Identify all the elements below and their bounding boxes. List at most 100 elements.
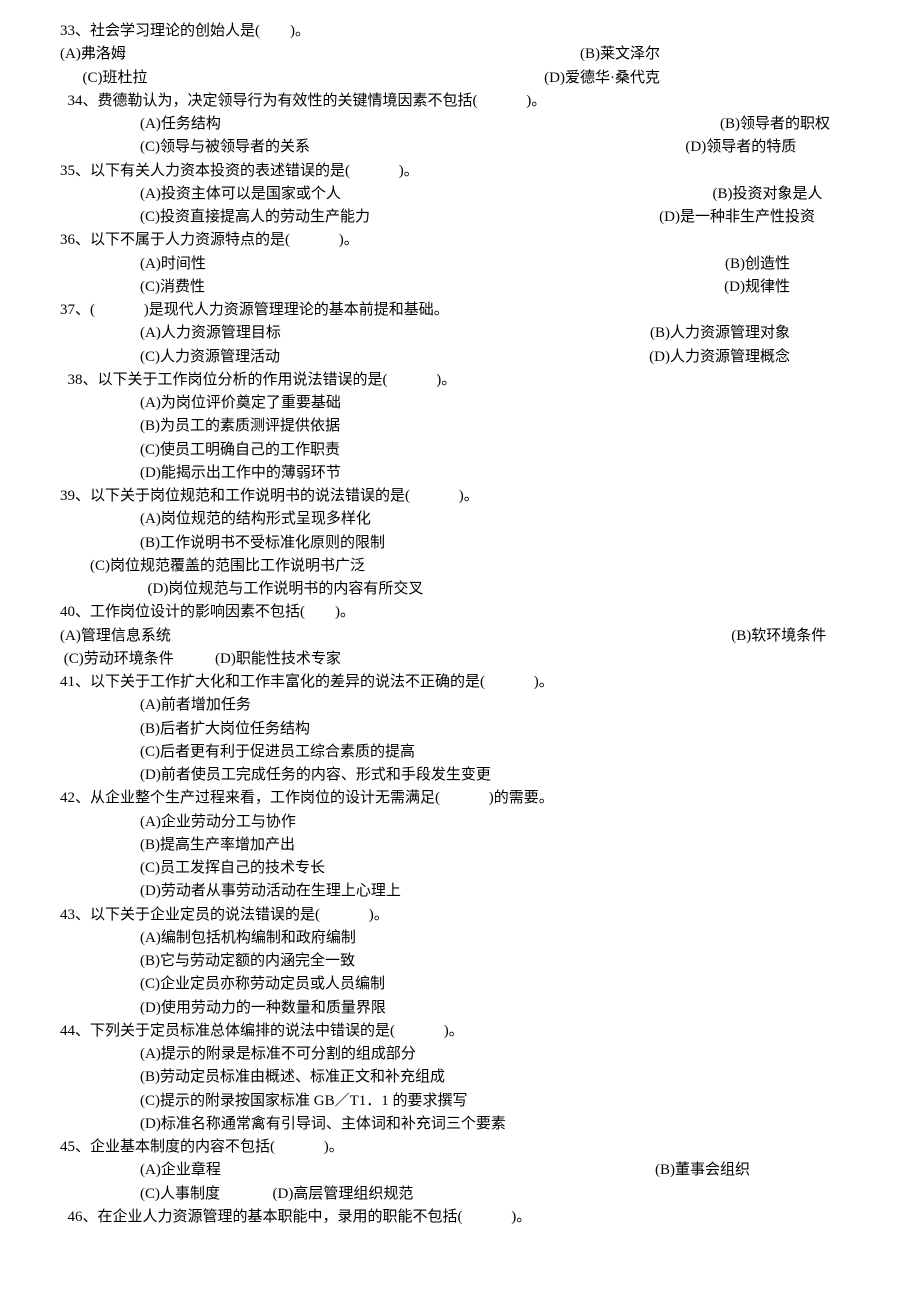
option-row: (A)编制包括机构编制和政府编制	[60, 927, 860, 950]
option: (D)规律性	[724, 276, 790, 299]
option: (C)人力资源管理活动	[140, 346, 649, 369]
option-row: (C)企业定员亦称劳动定员或人员编制	[60, 973, 860, 996]
option: (C)后者更有利于促进员工综合素质的提高	[140, 741, 415, 764]
option-row: (C)提示的附录按国家标准 GB／T1．1 的要求撰写	[60, 1090, 860, 1113]
option: (A)前者增加任务	[140, 694, 251, 717]
option-row: (D)劳动者从事劳动活动在生理上心理上	[60, 880, 860, 903]
option-row: (C)班杜拉(D)爱德华·桑代克	[60, 67, 860, 90]
option-row: (D)能揭示出工作中的薄弱环节	[60, 462, 860, 485]
option: (C)员工发挥自己的技术专长	[140, 857, 325, 880]
option: (C)班杜拉	[60, 67, 544, 90]
option: (D)能揭示出工作中的薄弱环节	[140, 462, 341, 485]
option: (B)为员工的素质测评提供依据	[140, 415, 340, 438]
option-row: (A)管理信息系统(B)软环境条件	[60, 625, 860, 648]
option: (B)董事会组织	[655, 1159, 750, 1182]
option-row: (A)为岗位评价奠定了重要基础	[60, 392, 860, 415]
option: (D)爱德华·桑代克	[544, 67, 660, 90]
option: (B)莱文泽尔	[580, 43, 660, 66]
option: (D)领导者的特质	[685, 136, 860, 159]
option: (B)工作说明书不受标准化原则的限制	[140, 532, 385, 555]
option-row: (C)人力资源管理活动(D)人力资源管理概念	[60, 346, 860, 369]
option: (B)提高生产率增加产出	[140, 834, 295, 857]
question-stem: 44、下列关于定员标准总体编排的说法中错误的是( )。	[60, 1020, 860, 1043]
option: (A)管理信息系统	[60, 625, 731, 648]
option-row: (D)岗位规范与工作说明书的内容有所交叉	[60, 578, 860, 601]
option: (B)劳动定员标准由概述、标准正文和补充组成	[140, 1066, 445, 1089]
option-row: (C)使员工明确自己的工作职责	[60, 439, 860, 462]
option-row: (D)前者使员工完成任务的内容、形式和手段发生变更	[60, 764, 860, 787]
option: (A)岗位规范的结构形式呈现多样化	[140, 508, 371, 531]
option-row: (C)员工发挥自己的技术专长	[60, 857, 860, 880]
option: (D)是一种非生产性投资	[659, 206, 860, 229]
option-row: (C)人事制度 (D)高层管理组织规范	[60, 1183, 860, 1206]
option-row: (A)提示的附录是标准不可分割的组成部分	[60, 1043, 860, 1066]
question-stem: 41、以下关于工作扩大化和工作丰富化的差异的说法不正确的是( )。	[60, 671, 860, 694]
option-row: (D)标准名称通常禽有引导词、主体词和补充词三个要素	[60, 1113, 860, 1136]
option-row: (B)工作说明书不受标准化原则的限制	[60, 532, 860, 555]
option: (B)后者扩大岗位任务结构	[140, 718, 310, 741]
option: (C)使员工明确自己的工作职责	[140, 439, 340, 462]
exam-questions: 33、社会学习理论的创始人是( )。(A)弗洛姆(B)莱文泽尔 (C)班杜拉(D…	[60, 20, 860, 1229]
question-stem: 33、社会学习理论的创始人是( )。	[60, 20, 860, 43]
question-stem: 36、以下不属于人力资源特点的是( )。	[60, 229, 860, 252]
option-row: (A)企业劳动分工与协作	[60, 811, 860, 834]
option-row: (A)任务结构(B)领导者的职权	[60, 113, 860, 136]
option: (A)任务结构	[140, 113, 720, 136]
option: (C)企业定员亦称劳动定员或人员编制	[140, 973, 385, 996]
question-stem: 38、以下关于工作岗位分析的作用说法错误的是( )。	[60, 369, 860, 392]
option-row: (C)消费性(D)规律性	[60, 276, 860, 299]
option-row: (C)后者更有利于促进员工综合素质的提高	[60, 741, 860, 764]
option: (B)软环境条件	[731, 625, 860, 648]
option: (B)创造性	[725, 253, 790, 276]
option: (A)编制包括机构编制和政府编制	[140, 927, 356, 950]
option-row: (B)后者扩大岗位任务结构	[60, 718, 860, 741]
option: (A)人力资源管理目标	[140, 322, 650, 345]
option: (C)提示的附录按国家标准 GB／T1．1 的要求撰写	[140, 1090, 468, 1113]
option: (A)为岗位评价奠定了重要基础	[140, 392, 341, 415]
option-row: (C)领导与被领导者的关系(D)领导者的特质	[60, 136, 860, 159]
option: (D)岗位规范与工作说明书的内容有所交叉	[140, 578, 423, 601]
option: (A)投资主体可以是国家或个人	[140, 183, 713, 206]
option: (D)使用劳动力的一种数量和质量界限	[140, 997, 386, 1020]
option: (A)时间性	[140, 253, 725, 276]
question-stem: 34、费德勒认为，决定领导行为有效性的关键情境因素不包括( )。	[60, 90, 860, 113]
option: (D)人力资源管理概念	[649, 346, 790, 369]
question-stem: 42、从企业整个生产过程来看，工作岗位的设计无需满足( )的需要。	[60, 787, 860, 810]
option-row: (B)为员工的素质测评提供依据	[60, 415, 860, 438]
option-row: (A)时间性(B)创造性	[60, 253, 860, 276]
option: (A)企业章程	[140, 1159, 655, 1182]
option: (C)劳动环境条件 (D)职能性技术专家	[60, 648, 341, 671]
option-row: (A)前者增加任务	[60, 694, 860, 717]
option: (C)消费性	[140, 276, 724, 299]
option: (A)企业劳动分工与协作	[140, 811, 296, 834]
option-row: (A)投资主体可以是国家或个人(B)投资对象是人	[60, 183, 860, 206]
option: (C)人事制度 (D)高层管理组织规范	[140, 1183, 413, 1206]
question-stem: 35、以下有关人力资本投资的表述错误的是( )。	[60, 160, 860, 183]
option: (A)弗洛姆	[60, 43, 580, 66]
option-row: (D)使用劳动力的一种数量和质量界限	[60, 997, 860, 1020]
option-row: (C)岗位规范覆盖的范围比工作说明书广泛	[60, 555, 860, 578]
option: (D)前者使员工完成任务的内容、形式和手段发生变更	[140, 764, 491, 787]
question-stem: 43、以下关于企业定员的说法错误的是( )。	[60, 904, 860, 927]
option-row: (A)人力资源管理目标(B)人力资源管理对象	[60, 322, 860, 345]
option: (B)领导者的职权	[720, 113, 860, 136]
option: (C)领导与被领导者的关系	[140, 136, 685, 159]
option-row: (B)它与劳动定额的内涵完全一致	[60, 950, 860, 973]
question-stem: 45、企业基本制度的内容不包括( )。	[60, 1136, 860, 1159]
question-stem: 37、( )是现代人力资源管理理论的基本前提和基础。	[60, 299, 860, 322]
question-stem: 40、工作岗位设计的影响因素不包括( )。	[60, 601, 860, 624]
option: (B)投资对象是人	[713, 183, 861, 206]
option: (B)人力资源管理对象	[650, 322, 790, 345]
option-row: (A)弗洛姆(B)莱文泽尔	[60, 43, 860, 66]
question-stem: 39、以下关于岗位规范和工作说明书的说法错误的是( )。	[60, 485, 860, 508]
option-row: (B)劳动定员标准由概述、标准正文和补充组成	[60, 1066, 860, 1089]
option-row: (A)企业章程(B)董事会组织	[60, 1159, 860, 1182]
option-row: (C)劳动环境条件 (D)职能性技术专家	[60, 648, 860, 671]
option-row: (A)岗位规范的结构形式呈现多样化	[60, 508, 860, 531]
option: (D)劳动者从事劳动活动在生理上心理上	[140, 880, 401, 903]
option: (A)提示的附录是标准不可分割的组成部分	[140, 1043, 416, 1066]
question-stem: 46、在企业人力资源管理的基本职能中，录用的职能不包括( )。	[60, 1206, 860, 1229]
option: (C)岗位规范覆盖的范围比工作说明书广泛	[90, 555, 365, 578]
option: (C)投资直接提高人的劳动生产能力	[140, 206, 659, 229]
option: (B)它与劳动定额的内涵完全一致	[140, 950, 355, 973]
